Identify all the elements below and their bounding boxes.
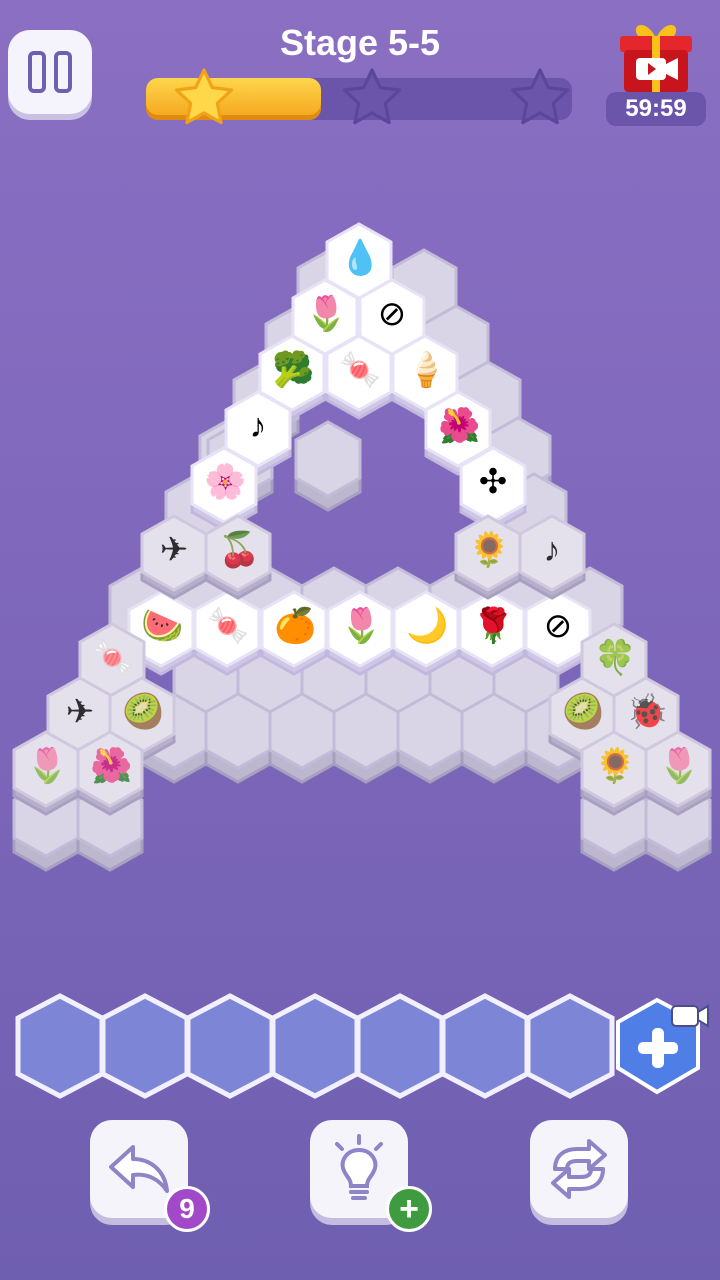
tile-slot bbox=[525, 993, 615, 1099]
candy-icon: 🍬 bbox=[92, 639, 135, 677]
sunflower-icon: 🌻 bbox=[468, 531, 511, 569]
clover-icon: 🍀 bbox=[594, 639, 637, 677]
ladybug-icon: 🐞 bbox=[626, 693, 669, 731]
candy-stick-icon: 🍬 bbox=[207, 607, 250, 645]
kiwi-icon: 🥝 bbox=[122, 693, 165, 731]
tulip-icon: 🌷 bbox=[26, 747, 69, 785]
rose-icon: 🌹 bbox=[472, 607, 515, 645]
tulip-icon: 🌷 bbox=[658, 747, 701, 785]
add-slot-button[interactable] bbox=[614, 996, 709, 1096]
candy-stick-tile[interactable]: 🍬 bbox=[193, 590, 261, 668]
candy-tile[interactable]: 🍬 bbox=[325, 334, 393, 412]
tulip-tile: 🌷 bbox=[644, 730, 712, 808]
lightbulb-icon bbox=[335, 1134, 383, 1200]
blue-flame-icon: 💧 bbox=[339, 239, 382, 277]
music-note-tile: ♪ bbox=[518, 514, 586, 592]
tulip-icon: 🌷 bbox=[305, 295, 348, 333]
sunflower-tile: 🌻 bbox=[580, 730, 648, 808]
shuffle-icon bbox=[551, 1139, 607, 1199]
undo-button[interactable]: 9 bbox=[90, 1120, 210, 1232]
pinwheel-tile[interactable]: ✣ bbox=[459, 446, 527, 524]
morning-glory-icon: 🌺 bbox=[438, 407, 481, 445]
plate-icon: ⊘ bbox=[543, 607, 573, 645]
video-camera-icon bbox=[671, 1004, 709, 1028]
moon-tile[interactable]: 🌙 bbox=[392, 590, 460, 668]
orange-tile[interactable]: 🍊 bbox=[260, 590, 328, 668]
cherries-tile: 🍒 bbox=[204, 514, 272, 592]
tile-slot bbox=[355, 993, 445, 1099]
undo-count-badge: 9 bbox=[164, 1186, 210, 1232]
lily-tile[interactable]: 🌸 bbox=[190, 446, 258, 524]
paper-plane-icon: ✈ bbox=[65, 693, 95, 731]
tile-slot bbox=[15, 993, 105, 1099]
paper-plane-icon: ✈ bbox=[159, 531, 189, 569]
candy-icon: 🍬 bbox=[339, 351, 382, 389]
covered-tile bbox=[268, 692, 336, 770]
ice-cream-icon: 🍦 bbox=[405, 351, 448, 389]
shuffle-button[interactable] bbox=[530, 1120, 628, 1218]
covered-tile bbox=[332, 692, 400, 770]
tulip-tile: 🌷 bbox=[12, 730, 80, 808]
music-note-icon: ♪ bbox=[543, 531, 561, 569]
lily-icon: 🌸 bbox=[204, 463, 247, 501]
tulip-tile[interactable]: 🌷 bbox=[326, 590, 394, 668]
tile-slot bbox=[185, 993, 275, 1099]
covered-tile bbox=[204, 692, 272, 770]
hint-add-badge[interactable]: + bbox=[386, 1186, 432, 1232]
orange-icon: 🍊 bbox=[274, 607, 317, 645]
rose-tile[interactable]: 🌹 bbox=[458, 590, 526, 668]
undo-arrow-icon bbox=[109, 1145, 169, 1193]
moon-icon: 🌙 bbox=[406, 607, 449, 645]
morning-glory-icon: 🌺 bbox=[90, 747, 133, 785]
sunflower-icon: 🌻 bbox=[594, 747, 637, 785]
tile-slot bbox=[440, 993, 530, 1099]
tile-slot-tray bbox=[14, 990, 706, 1102]
kiwi-icon: 🥝 bbox=[562, 693, 605, 731]
tulip-icon: 🌷 bbox=[340, 607, 383, 645]
music-note-icon: ♪ bbox=[249, 407, 267, 445]
tile-slot bbox=[270, 993, 360, 1099]
paper-plane-tile: ✈ bbox=[140, 514, 208, 592]
tile-board: 💧 🌷 ⊘ 🥦 🍬 🍦 ♪ 🌺 🌸 ✣ 🍉 🍬 🍊 🌷 🌙 🌹 ⊘ ✈ 🍒 🌻 ♪ 🍬 🍀 ✈ 🥝 🥝 🐞 🌷 🌺 🌻 🌷 bbox=[0, 0, 720, 980]
covered-tile bbox=[294, 420, 362, 498]
watermelon-icon: 🍉 bbox=[141, 607, 184, 645]
broccoli-icon: 🥦 bbox=[272, 351, 315, 389]
morning-glory-tile: 🌺 bbox=[76, 730, 144, 808]
covered-tile bbox=[460, 692, 528, 770]
covered-tile bbox=[396, 692, 464, 770]
plate-icon: ⊘ bbox=[377, 295, 407, 333]
tile-slot bbox=[100, 993, 190, 1099]
sunflower-tile: 🌻 bbox=[454, 514, 522, 592]
cherries-icon: 🍒 bbox=[218, 531, 261, 569]
pinwheel-icon: ✣ bbox=[478, 463, 508, 501]
